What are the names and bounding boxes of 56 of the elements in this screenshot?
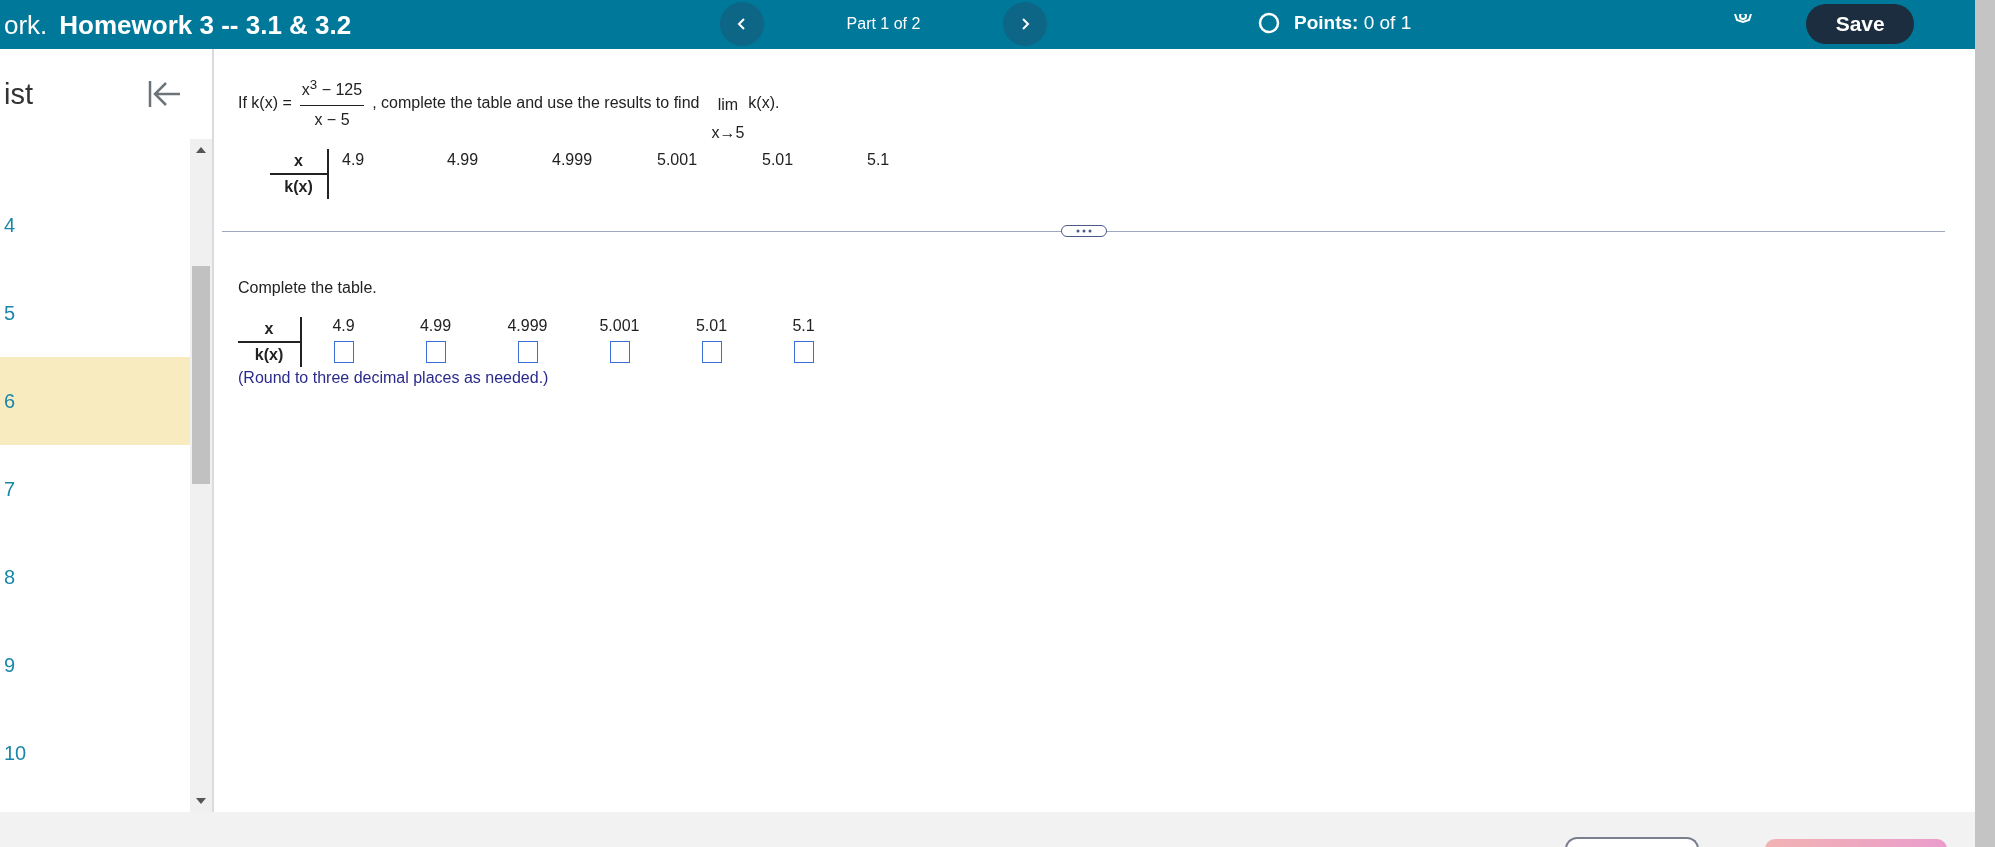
table-header: x [238,317,300,343]
question-list-item[interactable]: 4 [0,181,190,269]
collapse-icon[interactable] [148,79,182,109]
table-header: k(x) [253,345,285,365]
scroll-up-icon[interactable] [196,147,206,153]
scrollbar-thumb[interactable] [192,266,210,484]
more-button[interactable] [1060,225,1107,237]
question-list-item[interactable]: 5 [0,269,190,357]
status-circle-icon [1258,12,1280,34]
scrollbar[interactable] [190,139,212,812]
table-header: k(x) [283,177,314,197]
table-cell-text: 4.9 [341,150,366,169]
chevron-left-icon [737,18,747,30]
table-cell-text: 4.99 [446,150,480,169]
question-list-item[interactable]: 7 [0,445,190,533]
table-cell-text: 4.999 [507,317,548,336]
table-cell-text: 5.001 [656,150,699,169]
answer-field[interactable] [425,341,446,363]
points-score: Points: 0 of 1 [1294,12,1412,34]
answer-field[interactable] [609,341,630,363]
window-title: ork. [4,10,48,41]
table-cell-text: 4.999 [551,150,594,169]
fraction-denominator: x − 5 [314,109,350,129]
scroll-down-icon[interactable] [196,798,206,804]
table-cell-text: 5.1 [792,317,815,336]
limit-subscript: x→5 [711,124,745,142]
table-cell-text: 5.01 [761,150,795,169]
table-cell-text: 5.1 [866,150,891,169]
page-scrollbar[interactable] [1975,0,1995,847]
table-cell-text: 4.99 [419,317,452,336]
save-button[interactable]: Save [1806,4,1915,44]
answer-field[interactable] [701,341,722,363]
question-list-item[interactable]: 9 [0,621,190,709]
limit-expression: k(x). [748,94,780,112]
question-list-item[interactable]: 8 [0,533,190,621]
secondary-button[interactable] [1565,837,1699,847]
table-cell-text: 5.01 [695,317,728,336]
question-text: If k(x) = [238,94,292,112]
chevron-right-icon [1020,18,1030,30]
part-indicator: Part 1 of 2 [845,15,922,33]
sidebar-heading: ist [4,77,33,111]
answer-field[interactable] [517,341,538,363]
table-header: x [270,149,327,175]
table-cell-text: 5.001 [599,317,640,336]
fraction-numerator: x$^{3}$ − 125 [299,77,365,106]
limit-operator: lim [717,96,739,114]
assignment-title: Homework 3 -- 3.1 & 3.2 [59,10,352,41]
dots-icon [1074,229,1093,233]
question-text: , complete the table and use the results to find [372,94,700,112]
rounding-note: (Round to three decimal places as needed.) [238,369,550,387]
question-list-item[interactable]: 10 [0,709,190,797]
answer-field[interactable] [333,341,354,363]
question-list-item[interactable]: 6 [0,357,190,445]
answer-field[interactable] [793,341,814,363]
instruction-text: Complete the table. [238,279,378,297]
table-cell-text: 4.9 [332,317,355,336]
